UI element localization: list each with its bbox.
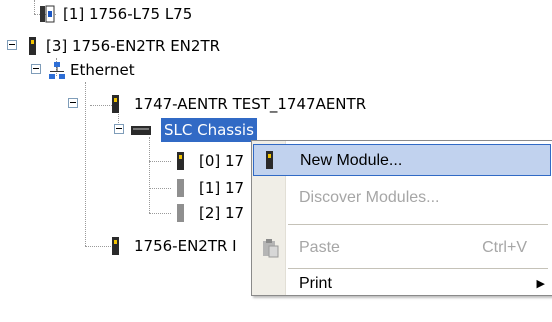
network-icon: [49, 62, 65, 79]
paste-icon: [263, 239, 279, 258]
menu-separator: [288, 224, 548, 225]
collapse-toggle[interactable]: [68, 98, 78, 108]
context-menu: New Module... Discover Modules... Paste …: [251, 140, 552, 296]
empty-slot-icon: [177, 179, 184, 197]
menu-item-label: Print: [299, 275, 332, 292]
module-icon: [112, 95, 119, 113]
module-icon: [112, 237, 119, 255]
menu-item-label: Paste: [299, 239, 340, 256]
tree-item-controller[interactable]: [1] 1756-L75 L75: [0, 2, 260, 26]
tree-item-label: [1] 1756-L75 L75: [63, 5, 193, 23]
collapse-toggle[interactable]: [31, 64, 41, 74]
tree-item-label: [0] 17: [199, 152, 245, 170]
tree-item-ethernet[interactable]: Ethernet: [0, 58, 200, 82]
tree-item-label: [1] 17: [199, 179, 245, 197]
tree-item-slc-chassis[interactable]: SLC Chassis: [0, 118, 290, 142]
menu-item-label: New Module...: [300, 152, 403, 169]
tree-item-label: Ethernet: [70, 61, 135, 79]
empty-slot-icon: [177, 204, 184, 222]
tree-item-aentr[interactable]: 1747-AENTR TEST_1747AENTR: [0, 92, 420, 116]
module-icon: [177, 152, 184, 170]
controller-icon: [40, 5, 55, 23]
module-icon: [266, 151, 273, 169]
menu-item-paste[interactable]: Paste Ctrl+V: [253, 232, 551, 264]
collapse-toggle[interactable]: [7, 40, 17, 50]
menu-item-new-module[interactable]: New Module...: [253, 144, 551, 176]
submenu-arrow-icon: ▶: [536, 278, 545, 290]
menu-item-discover-modules[interactable]: Discover Modules...: [253, 182, 551, 214]
menu-item-label: Discover Modules...: [299, 189, 440, 206]
tree-item-slot-1[interactable]: [1] 17: [0, 176, 260, 200]
tree-item-en2tr-remote[interactable]: 1756-EN2TR I: [0, 234, 260, 258]
tree-item-label: 1756-EN2TR I: [134, 237, 237, 255]
module-icon: [29, 37, 36, 55]
tree-item-slot-2[interactable]: [2] 17: [0, 201, 260, 225]
tree-item-label: [3] 1756-EN2TR EN2TR: [46, 37, 221, 55]
tree-item-en2tr[interactable]: [3] 1756-EN2TR EN2TR: [0, 34, 300, 58]
chassis-icon: [131, 126, 151, 135]
menu-item-shortcut: Ctrl+V: [482, 239, 527, 256]
tree-item-slot-0[interactable]: [0] 17: [0, 149, 260, 173]
tree-item-label: 1747-AENTR TEST_1747AENTR: [134, 95, 367, 113]
tree-item-label: [2] 17: [199, 204, 245, 222]
menu-item-print[interactable]: Print ▶: [253, 262, 551, 294]
collapse-toggle[interactable]: [114, 124, 124, 134]
tree-item-label: SLC Chassis: [161, 118, 257, 142]
